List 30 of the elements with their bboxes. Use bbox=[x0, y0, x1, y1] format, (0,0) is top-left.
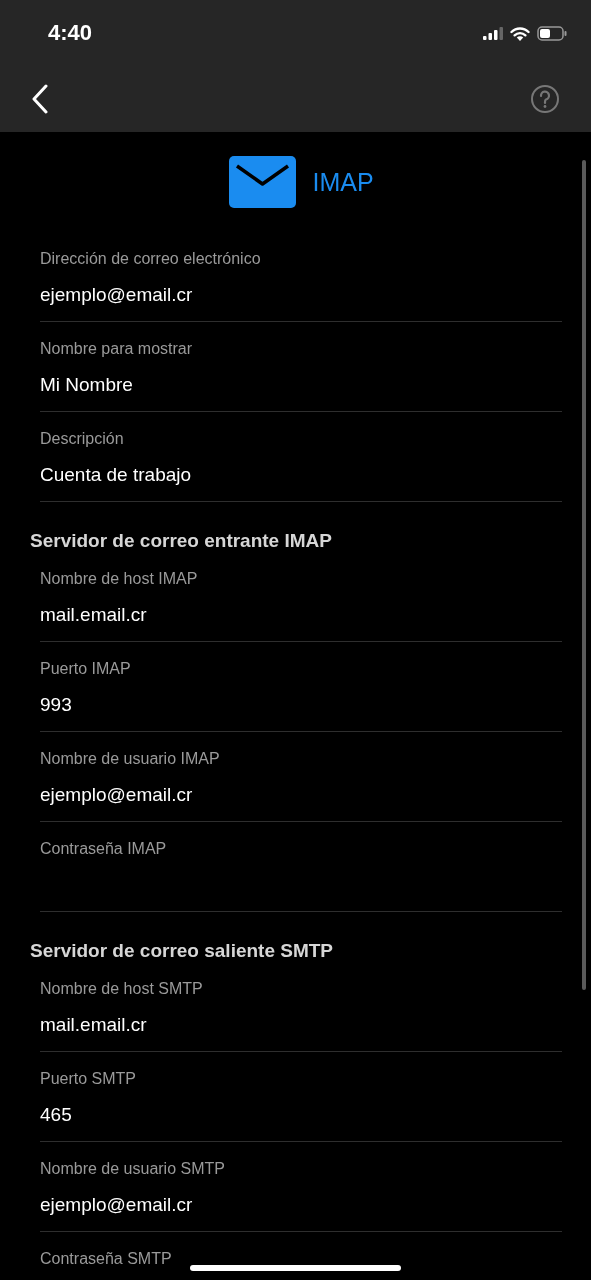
field-label: Contraseña IMAP bbox=[40, 839, 167, 859]
battery-icon bbox=[537, 25, 567, 41]
section-title: Servidor de correo entrante IMAP bbox=[29, 529, 333, 552]
input-field[interactable]: mail.email.cr bbox=[40, 602, 562, 628]
status-time: 4:40 bbox=[48, 20, 93, 46]
envelope-icon bbox=[229, 156, 297, 208]
help-icon[interactable] bbox=[530, 84, 560, 114]
field-label: Dirección de correo electrónico bbox=[40, 249, 261, 269]
field-label: Contraseña SMTP bbox=[40, 1249, 172, 1269]
field-label: Descripción bbox=[40, 429, 124, 449]
back-icon[interactable] bbox=[32, 84, 48, 114]
field-label: Nombre de host SMTP bbox=[40, 979, 203, 999]
input-field[interactable]: ejemplo@email.cr bbox=[40, 282, 562, 308]
field-label: Nombre de usuario SMTP bbox=[40, 1159, 225, 1179]
wifi-icon bbox=[510, 25, 530, 41]
input-field[interactable]: ejemplo@email.cr bbox=[40, 782, 562, 808]
signal-icon bbox=[483, 26, 503, 40]
input-field[interactable]: ejemplo@email.cr bbox=[40, 1192, 562, 1218]
field-label: Nombre para mostrar bbox=[40, 339, 193, 359]
field-label: Nombre de host IMAP bbox=[40, 569, 198, 589]
section-title: Servidor de correo saliente SMTP bbox=[29, 939, 335, 962]
input-field[interactable]: 993 bbox=[40, 692, 562, 718]
field-label: Puerto IMAP bbox=[40, 659, 131, 679]
account-type-title: IMAP bbox=[312, 167, 374, 197]
field-label: Nombre de usuario IMAP bbox=[40, 749, 220, 769]
input-field[interactable]: 465 bbox=[40, 1102, 562, 1128]
input-field[interactable]: Mi Nombre bbox=[40, 372, 562, 398]
field-label: Puerto SMTP bbox=[40, 1069, 137, 1089]
input-field[interactable]: mail.email.cr bbox=[40, 1012, 562, 1038]
input-field[interactable]: Cuenta de trabajo bbox=[40, 462, 562, 488]
